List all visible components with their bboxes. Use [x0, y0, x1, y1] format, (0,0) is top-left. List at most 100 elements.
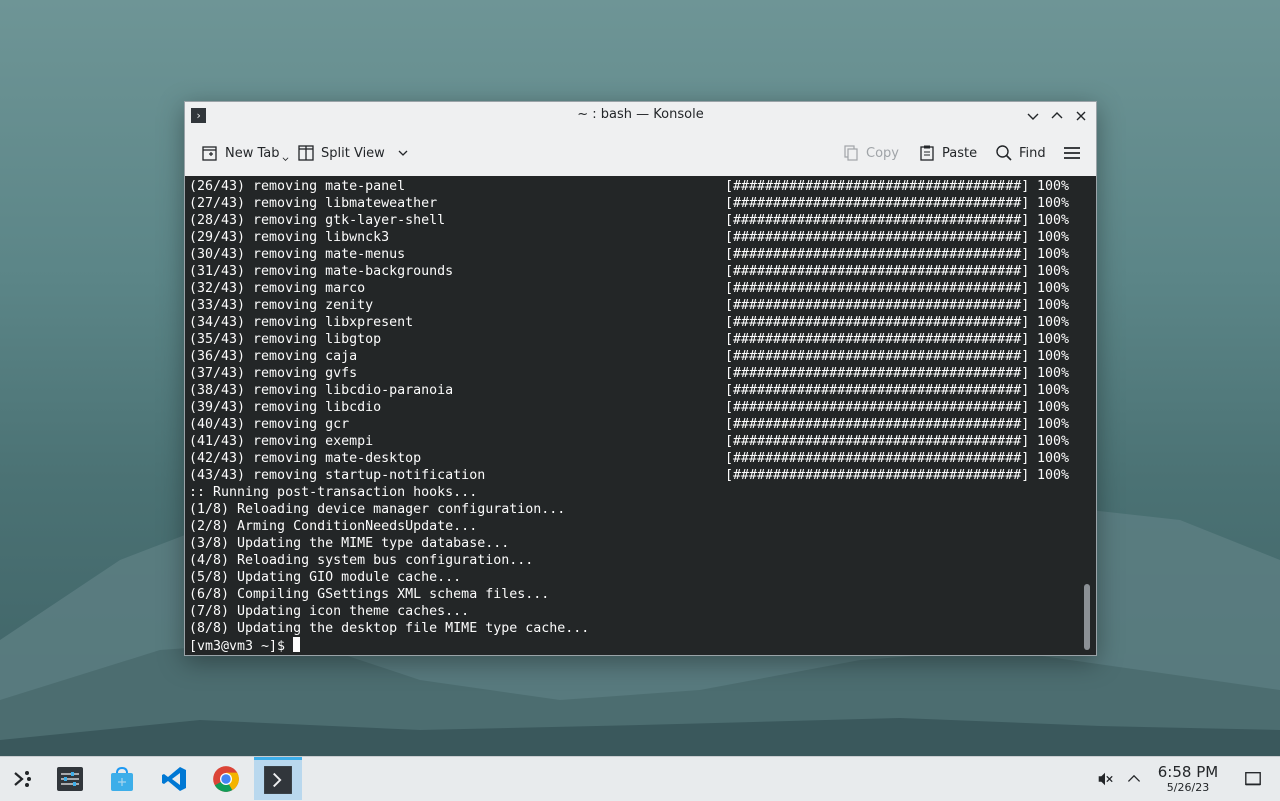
- terminal-line-text: (40/43) removing gcr: [189, 417, 350, 432]
- terminal-line: (39/43) removing libcdio [###############…: [189, 399, 1084, 416]
- window-title: ~ : bash — Konsole: [577, 107, 704, 122]
- progress-bar-text: [####################################]: [725, 417, 1030, 432]
- progress-percent: 100%: [1037, 417, 1070, 432]
- terminal-line-text: (32/43) removing marco: [189, 281, 366, 296]
- system-tray-expand-button[interactable]: [1124, 769, 1144, 789]
- terminal-line-text: (33/43) removing zenity: [189, 298, 374, 313]
- konsole-window[interactable]: › ~ : bash — Konsole New Tab Split View …: [184, 101, 1097, 656]
- terminal-line: (6/8) Compiling GSettings XML schema fil…: [189, 587, 550, 602]
- discover-store-button[interactable]: [104, 761, 140, 797]
- progress-bar-text: [####################################]: [725, 451, 1030, 466]
- progress-bar-text: [####################################]: [725, 264, 1030, 279]
- split-view-label: Split View: [321, 145, 385, 161]
- paste-label: Paste: [942, 145, 978, 161]
- chevron-up-icon: [1051, 112, 1063, 119]
- progress-bar-text: [####################################]: [725, 281, 1030, 296]
- clock-date[interactable]: 5/26/23: [1152, 781, 1224, 794]
- copy-label: Copy: [866, 145, 899, 161]
- terminal-line-text: (35/43) removing libgtop: [189, 332, 382, 347]
- progress-percent: 100%: [1037, 366, 1070, 381]
- taskbar: 6:58 PM 5/26/23: [0, 756, 1280, 801]
- maximize-button[interactable]: [1047, 106, 1067, 126]
- new-tab-button[interactable]: New Tab: [201, 141, 289, 165]
- chevron-down-icon: [398, 150, 408, 156]
- find-label: Find: [1019, 145, 1046, 161]
- show-desktop-icon: [1245, 772, 1261, 786]
- progress-bar-text: [####################################]: [725, 366, 1030, 381]
- terminal-line: (30/43) removing mate-menus [############…: [189, 246, 1084, 263]
- terminal-line-text: (38/43) removing libcdio-paranoia: [189, 383, 454, 398]
- progress-bar-text: [####################################]: [725, 230, 1030, 245]
- hamburger-menu-icon: [1064, 147, 1080, 159]
- progress-percent: 100%: [1037, 264, 1070, 279]
- volume-muted-button[interactable]: [1095, 769, 1115, 789]
- close-button[interactable]: [1071, 106, 1091, 126]
- terminal-line: (4/8) Reloading system bus configuration…: [189, 553, 534, 568]
- konsole-taskbar-button[interactable]: [254, 757, 302, 800]
- terminal-line: (2/8) Arming ConditionNeedsUpdate...: [189, 519, 478, 534]
- progress-bar-text: [####################################]: [725, 179, 1030, 194]
- progress-percent: 100%: [1037, 196, 1070, 211]
- terminal-view[interactable]: (26/43) removing mate-panel [############…: [185, 176, 1096, 655]
- show-desktop-button[interactable]: [1243, 769, 1263, 789]
- find-button[interactable]: Find: [995, 141, 1046, 165]
- shell-prompt: [vm3@vm3 ~]$: [189, 639, 294, 654]
- progress-bar-text: [####################################]: [725, 383, 1030, 398]
- progress-bar-text: [####################################]: [725, 247, 1030, 262]
- terminal-line-text: (29/43) removing libwnck3: [189, 230, 390, 245]
- new-tab-label: New Tab: [225, 145, 280, 161]
- paste-button[interactable]: Paste: [918, 141, 977, 165]
- terminal-line: :: Running post-transaction hooks...: [189, 485, 478, 500]
- terminal-line: (1/8) Reloading device manager configura…: [189, 502, 566, 517]
- terminal-line: (34/43) removing libxpresent [###########…: [189, 314, 1084, 331]
- progress-percent: 100%: [1037, 230, 1070, 245]
- progress-percent: 100%: [1037, 468, 1070, 483]
- split-view-button[interactable]: Split View: [297, 141, 409, 165]
- progress-percent: 100%: [1037, 247, 1070, 262]
- terminal-line: (38/43) removing libcdio-paranoia [######…: [189, 382, 1084, 399]
- progress-percent: 100%: [1037, 434, 1070, 449]
- application-launcher-icon: [14, 771, 31, 787]
- application-launcher-button[interactable]: [4, 761, 40, 797]
- progress-percent: 100%: [1037, 213, 1070, 228]
- terminal-line: (5/8) Updating GIO module cache...: [189, 570, 462, 585]
- text-cursor: [293, 637, 301, 652]
- terminal-scrollbar[interactable]: [1084, 584, 1090, 650]
- progress-percent: 100%: [1037, 179, 1070, 194]
- shell-prompt-line[interactable]: [vm3@vm3 ~]$: [189, 637, 1084, 654]
- terminal-line: (33/43) removing zenity [################…: [189, 297, 1084, 314]
- terminal-line-text: (26/43) removing mate-panel: [189, 179, 406, 194]
- chrome-button[interactable]: [208, 761, 244, 797]
- close-icon: [1076, 111, 1086, 121]
- system-settings-icon: [57, 767, 83, 791]
- terminal-line-text: (30/43) removing mate-menus: [189, 247, 406, 262]
- konsole-icon: [264, 766, 292, 794]
- vscode-button[interactable]: [156, 761, 192, 797]
- discover-store-icon: [111, 766, 133, 791]
- terminal-line: (32/43) removing marco [#################…: [189, 280, 1084, 297]
- progress-percent: 100%: [1037, 332, 1070, 347]
- terminal-line: (40/43) removing gcr [###################…: [189, 416, 1084, 433]
- progress-bar-text: [####################################]: [725, 400, 1030, 415]
- terminal-line: (7/8) Updating icon theme caches...: [189, 604, 470, 619]
- terminal-line-text: (34/43) removing libxpresent: [189, 315, 414, 330]
- terminal-line-text: (28/43) removing gtk-layer-shell: [189, 213, 446, 228]
- progress-percent: 100%: [1037, 451, 1070, 466]
- terminal-line-text: (36/43) removing caja: [189, 349, 358, 364]
- terminal-line: (26/43) removing mate-panel [############…: [189, 178, 1084, 195]
- new-tab-icon: [202, 146, 217, 161]
- progress-bar-text: [####################################]: [725, 349, 1030, 364]
- progress-bar-text: [####################################]: [725, 332, 1030, 347]
- hamburger-menu-button[interactable]: [1063, 141, 1081, 165]
- terminal-line: (31/43) removing mate-backgrounds [######…: [189, 263, 1084, 280]
- terminal-output: (26/43) removing mate-panel [############…: [189, 178, 1084, 654]
- paste-icon: [920, 145, 934, 161]
- system-settings-button[interactable]: [52, 761, 88, 797]
- copy-button[interactable]: Copy: [842, 141, 899, 165]
- minimize-button[interactable]: [1023, 106, 1043, 126]
- terminal-line-text: (43/43) removing startup-notification: [189, 468, 486, 483]
- clock-time[interactable]: 6:58 PM: [1152, 763, 1224, 781]
- title-bar[interactable]: › ~ : bash — Konsole: [185, 102, 1096, 130]
- terminal-line-text: (42/43) removing mate-desktop: [189, 451, 422, 466]
- copy-icon: [844, 145, 858, 161]
